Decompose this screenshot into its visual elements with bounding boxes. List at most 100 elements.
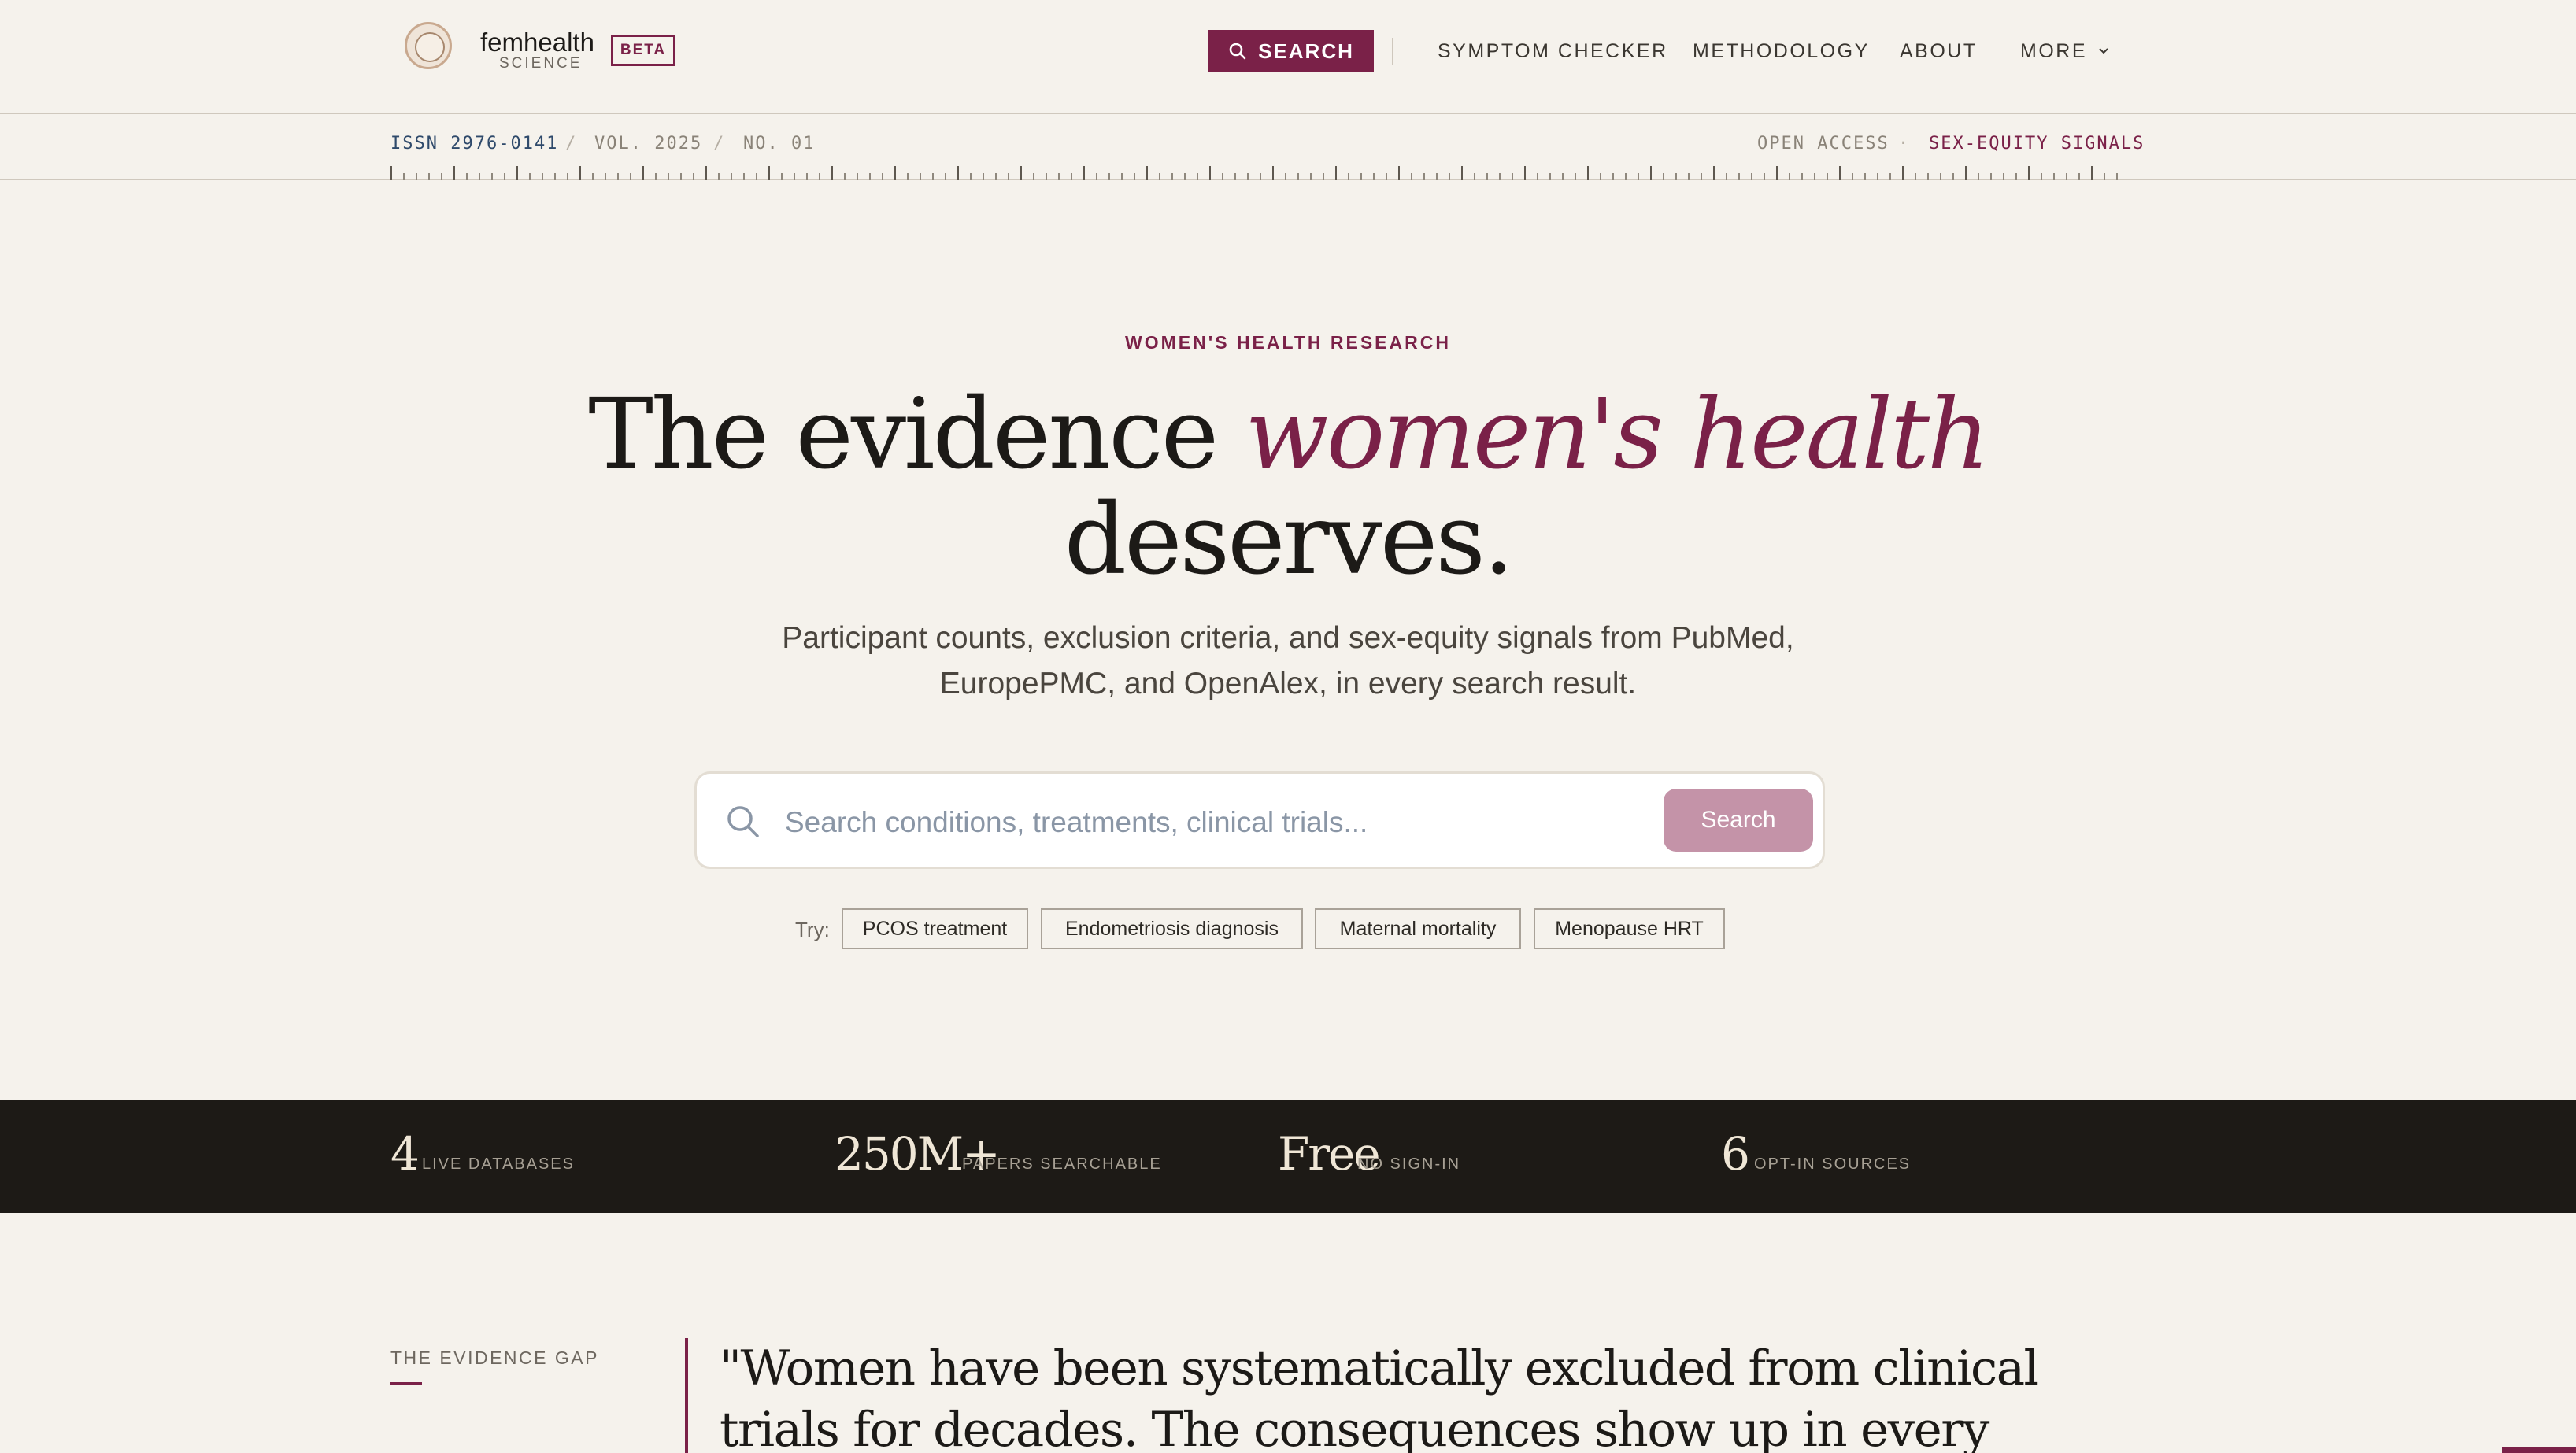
ruler-tick: [630, 173, 631, 180]
ruler-tick: [2015, 173, 2017, 180]
ruler-tick: [1121, 173, 1123, 180]
ruler-tick: [1386, 173, 1387, 180]
ruler-tick: [1071, 173, 1072, 180]
ruler-tick: [1222, 173, 1223, 180]
ruler-tick: [655, 173, 657, 180]
ruler-tick: [441, 173, 442, 180]
search-icon: [1229, 43, 1246, 60]
ruler-tick: [1524, 166, 1526, 180]
search-submit-button[interactable]: Search: [1664, 789, 1813, 852]
ruler-tick: [1600, 173, 1601, 180]
ruler-tick: [907, 173, 909, 180]
stats-band: 4 LIVE DATABASES 250M+ PAPERS SEARCHABLE…: [0, 1100, 2576, 1213]
ruler-tick: [1776, 166, 1778, 180]
issn-bar: ISSN 2976-0141 / VOL. 2025 / NO. 01 OPEN…: [0, 116, 2576, 180]
ruler-tick: [819, 173, 820, 180]
ruler-tick: [1297, 173, 1299, 180]
ruler-tick: [2116, 173, 2118, 180]
nav-link-symptom-checker[interactable]: SYMPTOM CHECKER: [1438, 38, 1668, 65]
ruler-tick: [1877, 173, 1878, 180]
stat-value-sources: 6: [1721, 1127, 1750, 1181]
stat-value-papers: 250M+: [835, 1127, 1001, 1181]
nav-search-button[interactable]: SEARCH: [1208, 30, 1374, 72]
issn-separator: /: [565, 134, 578, 153]
ruler-tick: [1083, 166, 1085, 180]
ruler-tick: [529, 173, 531, 180]
ruler-tick: [831, 166, 833, 180]
ruler-tick: [1889, 173, 1891, 180]
ruler-tick: [1713, 166, 1715, 180]
suggestion-chip-endometriosis[interactable]: Endometriosis diagnosis: [1041, 908, 1303, 949]
ruler-tick: [1915, 173, 1916, 180]
ruler-tick: [1990, 173, 1992, 180]
ruler-tick: [1134, 173, 1135, 180]
ruler-tick: [554, 173, 556, 180]
search-input[interactable]: [785, 797, 1572, 848]
ruler-tick: [1852, 173, 1853, 180]
ruler-tick: [1688, 173, 1690, 180]
ruler-tick: [1184, 173, 1186, 180]
ruler-tick: [1247, 173, 1249, 180]
ruler-tick: [2053, 173, 2055, 180]
ruler-tick: [1159, 173, 1160, 180]
nav-search-label: SEARCH: [1258, 39, 1354, 63]
brand-name[interactable]: femhealth: [480, 28, 594, 57]
ruler-tick: [1902, 166, 1904, 180]
evidence-gap-label: THE EVIDENCE GAP: [390, 1348, 599, 1368]
ruler-tick: [1814, 173, 1815, 180]
ruler-tick: [2078, 173, 2080, 180]
chevron-down-icon: [2099, 48, 2108, 54]
ruler-tick: [1234, 173, 1236, 180]
ruler-tick: [2041, 173, 2042, 180]
ruler-tick: [1940, 173, 1941, 180]
issue-number: NO. 01: [743, 134, 816, 153]
ruler-tick: [731, 173, 732, 180]
ruler-tick: [2028, 166, 2030, 180]
ruler-tick: [504, 173, 505, 180]
issn-dot: ·: [1898, 134, 1911, 153]
ruler-tick: [579, 166, 581, 180]
ruler-tick: [743, 173, 745, 180]
ruler-tick: [1008, 173, 1009, 180]
ruler-tick: [1978, 173, 1979, 180]
ruler-tick: [1461, 166, 1463, 180]
ruler-tick: [542, 173, 543, 180]
ruler-tick: [567, 173, 568, 180]
ruler-tick: [1625, 173, 1627, 180]
nav-more-menu[interactable]: MORE: [2020, 38, 2111, 65]
hero-title-line2: deserves.: [1064, 483, 1515, 597]
ruler-tick: [605, 173, 606, 180]
ruler-tick: [1499, 173, 1501, 180]
ruler-tick: [1285, 173, 1286, 180]
ruler-tick: [1436, 173, 1438, 180]
ruler-tick: [794, 173, 795, 180]
ruler-tick: [1512, 173, 1513, 180]
ruler-tick: [1108, 173, 1110, 180]
ruler-tick: [1764, 173, 1765, 180]
ruler-tick: [1272, 166, 1274, 180]
ruler-tick: [1058, 173, 1060, 180]
nav-link-methodology[interactable]: METHODOLOGY: [1693, 38, 1870, 65]
sex-equity-signals-label: SEX-EQUITY SIGNALS: [1929, 134, 2145, 153]
nav-link-about[interactable]: ABOUT: [1900, 38, 1978, 65]
hero-title-line1: The evidence women's health: [0, 383, 2576, 486]
ruler-tick: [1411, 173, 1412, 180]
ruler-tick: [1638, 173, 1639, 180]
ruler-tick: [516, 166, 518, 180]
seal-logo-icon[interactable]: [405, 22, 452, 69]
ruler-tick: [1146, 166, 1148, 180]
suggestion-chip-menopause-hrt[interactable]: Menopause HRT: [1534, 908, 1725, 949]
issn-separator: /: [713, 134, 726, 153]
stat-label-databases: LIVE DATABASES: [422, 1155, 575, 1173]
evidence-gap-underline: [390, 1382, 422, 1385]
floating-tab[interactable]: [2502, 1447, 2576, 1453]
nav-link-more: MORE: [2020, 40, 2087, 62]
ruler-tick: [995, 173, 997, 180]
suggestion-chip-maternal-mortality[interactable]: Maternal mortality: [1315, 908, 1521, 949]
suggestion-chip-pcos[interactable]: PCOS treatment: [842, 908, 1028, 949]
try-label: Try:: [795, 918, 830, 941]
ruler-tick: [1486, 173, 1488, 180]
ruler-tick: [1751, 173, 1752, 180]
search-icon: [727, 806, 759, 837]
ruler-tick: [945, 173, 946, 180]
